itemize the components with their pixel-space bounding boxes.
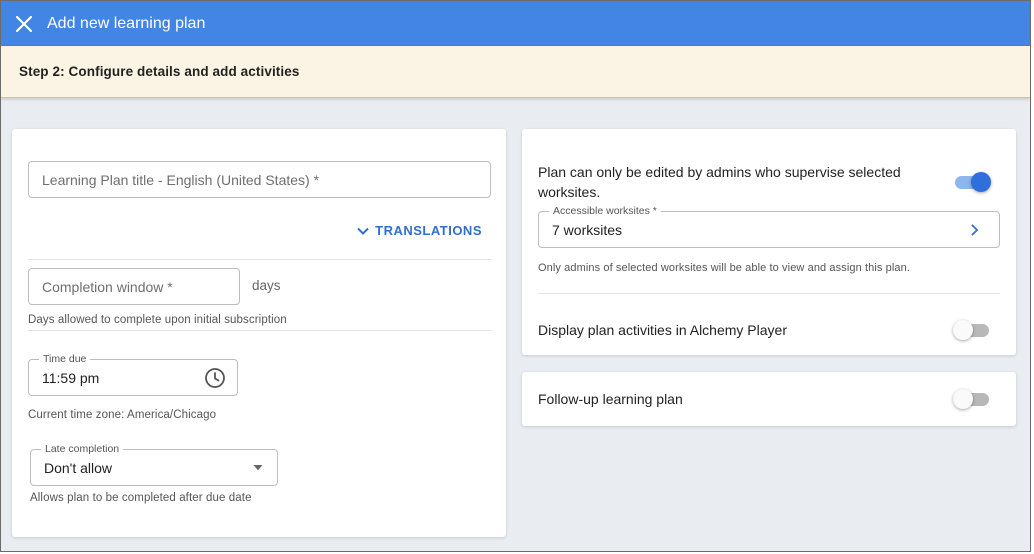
display-activities-text: Display plan activities in Alchemy Playe… (538, 322, 787, 338)
time-due-field[interactable]: Time due 11:59 pm (28, 353, 238, 396)
time-due-value: 11:59 pm (42, 370, 100, 386)
translations-label: TRANSLATIONS (375, 223, 482, 238)
supervise-text: Plan can only be edited by admins who su… (538, 164, 901, 200)
step-banner: Step 2: Configure details and add activi… (1, 46, 1030, 98)
step-label: Step 2: Configure details and add activi… (19, 64, 300, 79)
accessible-worksites-value: 7 worksites (552, 222, 623, 238)
time-due-label: Time due (39, 353, 91, 365)
follow-up-text: Follow-up learning plan (538, 391, 683, 407)
plan-title-placeholder: Learning Plan title - English (United St… (42, 172, 320, 188)
completion-window-placeholder: Completion window * (42, 279, 173, 295)
divider (28, 259, 491, 260)
accessible-worksites-label: Accessible worksites * (549, 205, 661, 217)
plan-details-card: Learning Plan title - English (United St… (12, 129, 506, 537)
completion-window-field[interactable]: Completion window * (28, 268, 240, 305)
accessible-worksites-field[interactable]: Accessible worksites * 7 worksites (538, 205, 1000, 248)
dropdown-arrow-icon (253, 465, 263, 471)
display-activities-toggle[interactable] (953, 318, 991, 342)
clock-icon[interactable] (204, 367, 226, 389)
timezone-helper: Current time zone: America/Chicago (28, 409, 217, 421)
translations-button[interactable]: TRANSLATIONS (356, 223, 482, 238)
follow-up-toggle[interactable] (953, 387, 991, 411)
follow-up-card: Follow-up learning plan (522, 372, 1016, 426)
completion-unit: days (252, 278, 281, 293)
completion-helper: Days allowed to complete upon initial su… (28, 314, 287, 326)
access-settings-card: Plan can only be edited by admins who su… (522, 129, 1016, 355)
divider (538, 293, 1000, 294)
dialog-title: Add new learning plan (47, 14, 206, 32)
worksites-helper: Only admins of selected worksites will b… (538, 262, 911, 274)
app-bar: Add new learning plan (1, 1, 1030, 46)
late-completion-select[interactable]: Late completion Don't allow (30, 443, 278, 486)
dialog-frame: Add new learning plan Step 2: Configure … (0, 0, 1031, 552)
plan-title-field[interactable]: Learning Plan title - English (United St… (28, 161, 491, 198)
close-icon[interactable] (13, 13, 35, 35)
chevron-down-icon (357, 227, 369, 235)
supervise-toggle[interactable] (953, 170, 991, 194)
late-completion-value: Don't allow (44, 460, 113, 476)
late-completion-label: Late completion (41, 443, 124, 455)
divider (28, 330, 491, 331)
chevron-right-icon[interactable] (970, 224, 979, 236)
late-completion-helper: Allows plan to be completed after due da… (30, 492, 252, 504)
